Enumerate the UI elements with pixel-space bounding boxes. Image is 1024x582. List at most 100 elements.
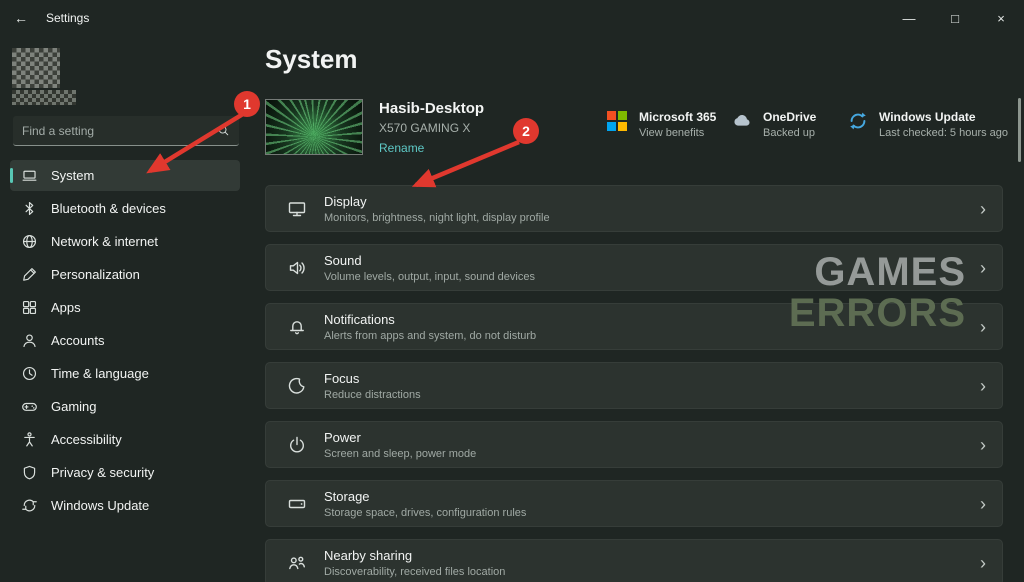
row-title: Nearby sharing [324,548,505,563]
storage-drive-icon [287,494,307,514]
row-title: Sound [324,253,535,268]
sidebar-nav: System Bluetooth & devices Network & int… [0,158,250,523]
sidebar: System Bluetooth & devices Network & int… [0,36,250,582]
sidebar-item-label: Personalization [51,267,140,282]
rename-link[interactable]: Rename [379,141,484,155]
back-button[interactable]: ← [0,0,42,36]
chevron-right-icon: › [980,495,986,513]
annotation-step-1: 1 [234,91,260,117]
system-icon [21,167,38,184]
settings-row-notifications[interactable]: Notifications Alerts from apps and syste… [265,303,1003,350]
bluetooth-icon [21,200,38,217]
back-arrow-icon: ← [14,10,28,26]
sidebar-item-accounts[interactable]: Accounts [10,325,240,356]
microsoft-365-card[interactable]: Microsoft 365 View benefits [607,110,716,139]
row-subtitle: Storage space, drives, configuration rul… [324,507,526,519]
sidebar-item-label: System [51,168,94,183]
focus-moon-icon [287,376,307,396]
maximize-icon: □ [951,11,959,26]
window-title: Settings [46,11,89,25]
accessibility-icon [21,431,38,448]
search-input[interactable] [22,124,217,138]
close-icon: × [997,11,1005,26]
sidebar-item-network-internet[interactable]: Network & internet [10,226,240,257]
microsoft-logo [607,110,629,132]
row-title: Power [324,430,476,445]
card-title: Windows Update [879,110,1008,124]
row-title: Display [324,194,550,209]
row-subtitle: Screen and sleep, power mode [324,448,476,460]
window-controls: — □ × [886,0,1024,36]
close-button[interactable]: × [978,0,1024,36]
time-language-icon [21,365,38,382]
chevron-right-icon: › [980,318,986,336]
minimize-icon: — [903,11,916,26]
minimize-button[interactable]: — [886,0,932,36]
annotation-step-2: 2 [513,118,539,144]
page-title: System [265,44,358,75]
row-subtitle: Reduce distractions [324,389,421,401]
scrollbar-thumb[interactable] [1018,98,1021,162]
sidebar-item-label: Accessibility [51,432,122,447]
onedrive-card[interactable]: OneDrive Backed up [731,110,816,139]
sidebar-item-label: Accounts [51,333,104,348]
titlebar: ← Settings — □ × [0,0,1024,36]
search-icon [217,124,230,137]
maximize-button[interactable]: □ [932,0,978,36]
sidebar-item-privacy-security[interactable]: Privacy & security [10,457,240,488]
card-title: OneDrive [763,110,816,124]
sidebar-item-apps[interactable]: Apps [10,292,240,323]
settings-list: Display Monitors, brightness, night ligh… [265,185,1003,582]
row-title: Focus [324,371,421,386]
card-subtitle: View benefits [639,127,716,139]
apps-icon [21,299,38,316]
nearby-sharing-icon [287,553,307,573]
chevron-right-icon: › [980,554,986,572]
chevron-right-icon: › [980,200,986,218]
sidebar-item-gaming[interactable]: Gaming [10,391,240,422]
user-avatar [12,48,60,88]
card-subtitle: Backed up [763,127,816,139]
settings-row-nearby-sharing[interactable]: Nearby sharing Discoverability, received… [265,539,1003,582]
sidebar-item-label: Apps [51,300,81,315]
chevron-right-icon: › [980,436,986,454]
sidebar-item-system[interactable]: System [10,160,240,191]
sidebar-item-label: Gaming [51,399,97,414]
windows-update-status-icon [847,110,869,132]
windows-update-card[interactable]: Windows Update Last checked: 5 hours ago [847,110,1008,139]
card-title: Microsoft 365 [639,110,716,124]
settings-row-sound[interactable]: Sound Volume levels, output, input, soun… [265,244,1003,291]
onedrive-cloud-icon [731,110,753,132]
settings-row-storage[interactable]: Storage Storage space, drives, configura… [265,480,1003,527]
row-title: Notifications [324,312,536,327]
row-subtitle: Monitors, brightness, night light, displ… [324,212,550,224]
sidebar-item-label: Bluetooth & devices [51,201,166,216]
network-icon [21,233,38,250]
sidebar-item-accessibility[interactable]: Accessibility [10,424,240,455]
sidebar-item-label: Privacy & security [51,465,154,480]
settings-row-focus[interactable]: Focus Reduce distractions › [265,362,1003,409]
row-subtitle: Volume levels, output, input, sound devi… [324,271,535,283]
sound-icon [287,258,307,278]
user-name-redacted [12,90,76,105]
sidebar-item-windows-update[interactable]: Windows Update [10,490,240,521]
settings-row-display[interactable]: Display Monitors, brightness, night ligh… [265,185,1003,232]
sidebar-item-personalization[interactable]: Personalization [10,259,240,290]
chevron-right-icon: › [980,259,986,277]
power-icon [287,435,307,455]
sidebar-item-bluetooth-devices[interactable]: Bluetooth & devices [10,193,240,224]
windows-update-icon [21,497,38,514]
device-model: X570 GAMING X [379,121,484,135]
sidebar-item-time-language[interactable]: Time & language [10,358,240,389]
device-header: Hasib-Desktop X570 GAMING X Rename [265,99,484,155]
row-subtitle: Discoverability, received files location [324,566,505,578]
card-subtitle: Last checked: 5 hours ago [879,127,1008,139]
settings-row-power[interactable]: Power Screen and sleep, power mode › [265,421,1003,468]
row-subtitle: Alerts from apps and system, do not dist… [324,330,536,342]
accounts-icon [21,332,38,349]
gaming-icon [21,398,38,415]
sidebar-item-label: Windows Update [51,498,149,513]
personalization-icon [21,266,38,283]
chevron-right-icon: › [980,377,986,395]
privacy-shield-icon [21,464,38,481]
